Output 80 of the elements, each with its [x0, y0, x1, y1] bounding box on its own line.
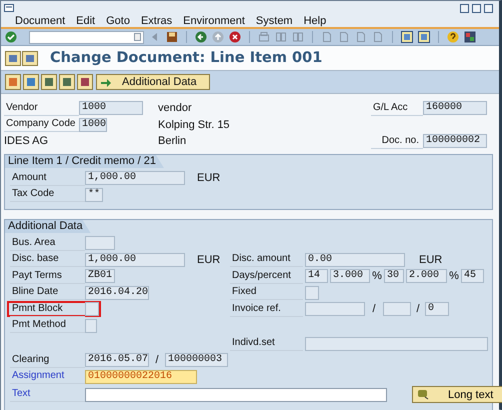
input-field[interactable]: 1,000.00 — [85, 252, 185, 266]
input-field[interactable]: 01000000022016 — [85, 370, 197, 384]
input-field[interactable]: 2.000 — [406, 269, 447, 283]
input-field[interactable] — [85, 318, 97, 332]
input-field[interactable]: 2016.04.20 — [85, 286, 149, 300]
page-icon[interactable] — [338, 31, 350, 43]
input-field[interactable]: 14 — [305, 269, 328, 283]
currency-text: EUR — [197, 172, 220, 184]
input-field[interactable] — [85, 302, 99, 316]
input-field[interactable]: 1000 — [79, 118, 107, 132]
window-icon[interactable] — [418, 31, 430, 43]
field-label: Days/percent — [230, 268, 303, 284]
group-title: Additional Data — [5, 220, 91, 233]
menu-item[interactable]: System — [256, 15, 293, 27]
check-icon[interactable] — [5, 31, 17, 43]
input-field[interactable] — [85, 388, 387, 402]
menu-item[interactable]: Edit — [76, 15, 96, 27]
page-icon[interactable] — [355, 31, 367, 43]
menu-item[interactable]: Goto — [106, 15, 130, 27]
arrow-icon — [100, 76, 112, 88]
input-field[interactable]: 0.00 — [305, 252, 405, 266]
find-icon[interactable] — [292, 31, 304, 43]
find-icon[interactable] — [275, 31, 287, 43]
input-field[interactable] — [85, 236, 115, 250]
input-field[interactable]: ZB01 — [85, 269, 115, 283]
window-icon[interactable] — [401, 31, 413, 43]
separator-text: / — [415, 303, 421, 315]
print-icon[interactable] — [258, 31, 270, 43]
speech-bubble-icon — [417, 389, 430, 400]
input-field[interactable]: 160000 — [423, 101, 487, 115]
input-field[interactable]: 2016.05.07 — [85, 353, 149, 367]
field-label: Indivd.set — [230, 336, 303, 351]
long-text-button[interactable]: Long text — [412, 386, 502, 403]
menu-item[interactable]: Document — [15, 15, 66, 27]
up-arrow-icon[interactable] — [212, 31, 224, 43]
currency-text: EUR — [197, 254, 220, 266]
separator-text: % — [372, 270, 382, 282]
cancel-icon[interactable] — [229, 31, 241, 43]
additional-data-button[interactable]: Additional Data — [96, 74, 210, 90]
company-name: IDES AG — [4, 135, 50, 147]
separator-text: % — [449, 270, 459, 282]
field-label: Disc. amount — [230, 252, 303, 267]
separator-text: / — [371, 303, 377, 315]
command-field[interactable] — [29, 30, 144, 44]
vendor-name: vendor — [158, 102, 193, 114]
menu-item[interactable]: Extras — [140, 15, 172, 27]
city-text: Berlin — [158, 135, 188, 147]
input-field[interactable]: 0 — [425, 302, 449, 316]
page-icon[interactable] — [372, 31, 384, 43]
screen-title: Change Document: Line Item 001 — [50, 50, 322, 66]
page-icon[interactable] — [321, 31, 333, 43]
input-field[interactable]: 1,000.00 — [85, 171, 185, 185]
back-icon[interactable] — [195, 31, 207, 43]
input-field[interactable]: 1000 — [79, 101, 143, 115]
input-field[interactable] — [305, 302, 365, 316]
minimize-button[interactable] — [460, 4, 469, 12]
close-button[interactable] — [484, 4, 493, 12]
input-field[interactable] — [383, 302, 411, 316]
save-icon[interactable] — [166, 31, 178, 43]
street-text: Kolping Str. 15 — [158, 118, 231, 130]
dropdown-icon[interactable] — [134, 33, 141, 41]
group-title: Line Item 1 / Credit memo / 21 — [5, 155, 164, 168]
input-field[interactable]: 45 — [461, 269, 484, 283]
field-label: Invoice ref. — [230, 302, 303, 316]
maximize-button[interactable] — [472, 4, 481, 12]
input-field[interactable]: 100000003 — [165, 353, 228, 367]
separator-text: / — [154, 354, 160, 366]
currency-text: EUR — [419, 254, 442, 266]
monitor-icon[interactable] — [464, 31, 476, 43]
input-field[interactable]: 3.000 — [330, 269, 370, 283]
input-field[interactable]: 30 — [384, 269, 404, 283]
menu-item[interactable]: Help — [304, 15, 326, 27]
field-label: Fixed — [230, 285, 303, 300]
window-menu-icon[interactable] — [4, 4, 14, 12]
menu-item[interactable]: Environment — [183, 15, 245, 27]
input-field[interactable]: 100000002 — [423, 134, 487, 148]
input-field[interactable] — [305, 286, 319, 300]
input-field[interactable]: ** — [85, 188, 103, 202]
input-field[interactable] — [305, 336, 488, 350]
help-icon[interactable] — [447, 31, 459, 43]
